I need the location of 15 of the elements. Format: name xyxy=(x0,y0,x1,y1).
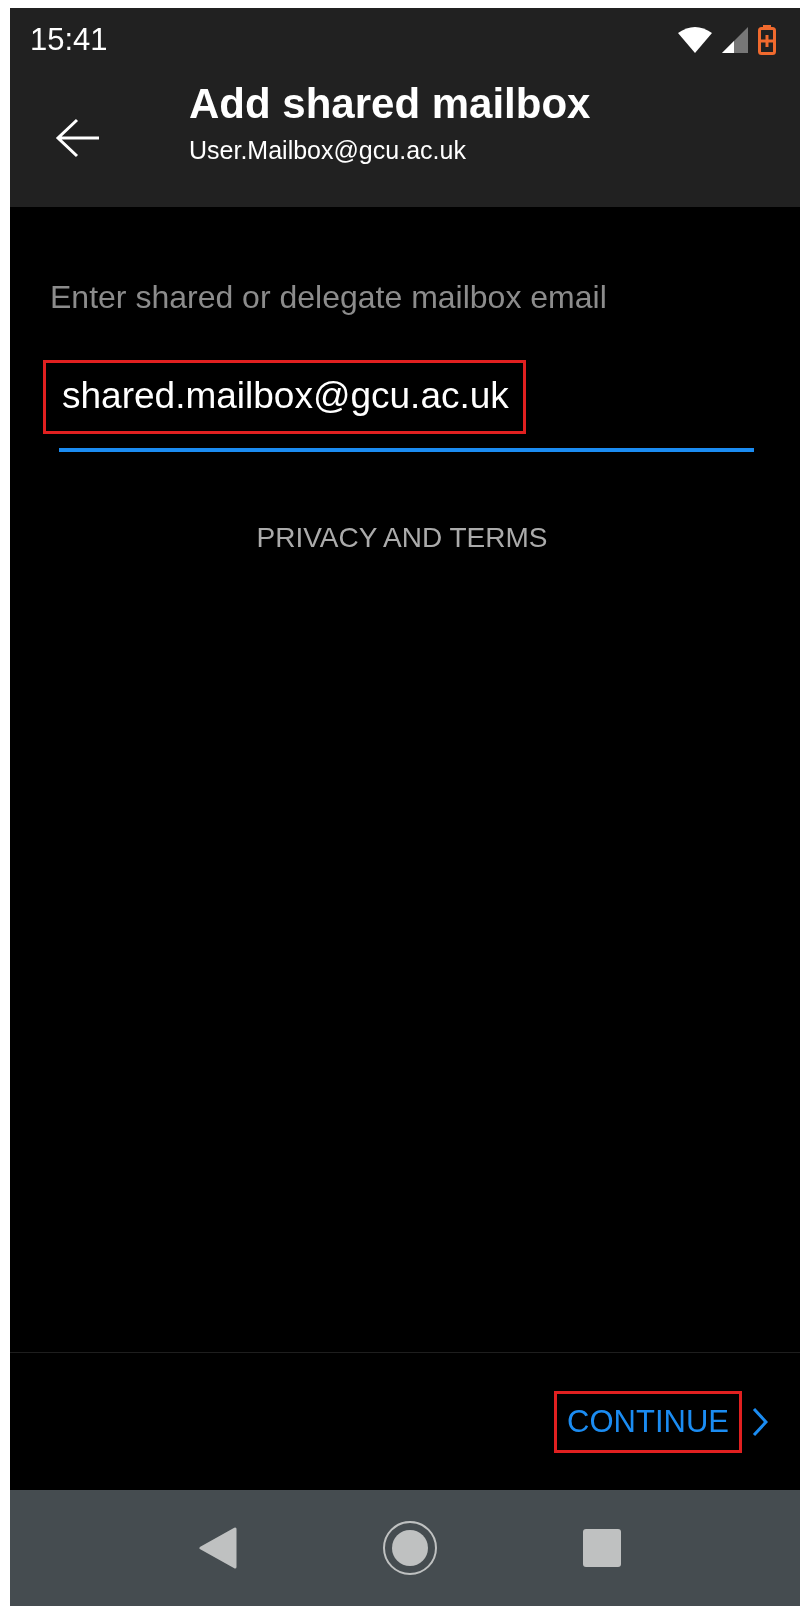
privacy-link[interactable]: PRIVACY AND TERMS xyxy=(256,522,548,554)
account-email: User.Mailbox@gcu.ac.uk xyxy=(189,136,467,165)
battery-icon xyxy=(758,25,776,55)
email-value: shared.mailbox@gcu.ac.uk xyxy=(43,360,526,434)
nav-home-icon[interactable] xyxy=(382,1520,438,1576)
status-time: 15:41 xyxy=(30,22,108,58)
chevron-right-icon xyxy=(752,1406,768,1437)
nav-back-icon[interactable] xyxy=(199,1527,237,1569)
field-label: Enter shared or delegate mailbox email xyxy=(50,279,608,316)
continue-button[interactable]: CONTINUE xyxy=(554,1390,742,1453)
signal-icon xyxy=(722,27,748,53)
back-arrow-icon[interactable] xyxy=(55,118,101,158)
wifi-icon xyxy=(678,27,712,53)
screen-title: Add shared mailbox xyxy=(189,79,591,129)
email-field[interactable]: shared.mailbox@gcu.ac.uk xyxy=(59,360,754,452)
